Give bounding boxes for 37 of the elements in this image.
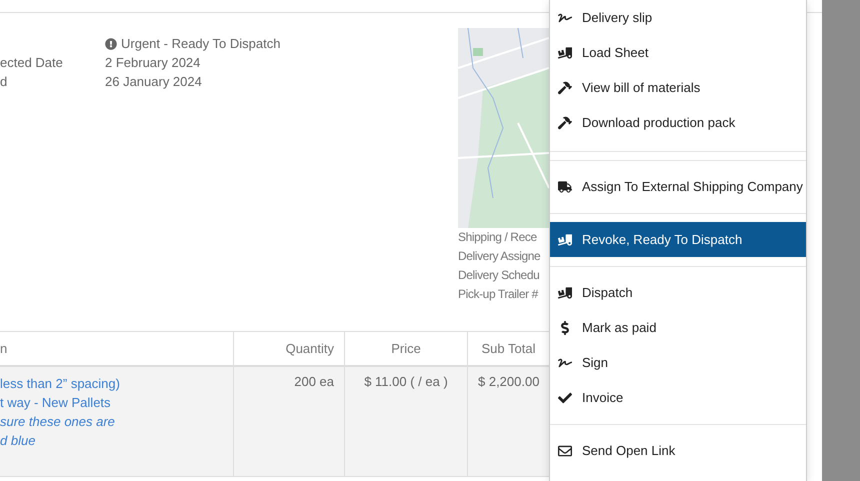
alert-icon <box>105 38 117 50</box>
hand-truck-icon <box>558 286 572 300</box>
menu-item[interactable]: Revoke, Ready To Dispatch <box>550 222 806 257</box>
menu-item[interactable]: Delivery slip <box>550 0 806 35</box>
table-cell: $ 2,200.00 <box>467 367 549 477</box>
menu-item[interactable]: Dispatch <box>550 275 806 310</box>
field-label: d <box>0 73 8 91</box>
menu-item[interactable]: Download production pack <box>550 105 806 140</box>
field-value: 26 January 2024 <box>105 73 202 91</box>
menu-item[interactable]: Assign To External Shipping Company <box>550 169 806 204</box>
hand-truck-icon <box>558 46 572 60</box>
item-description: less than 2” spacing) <box>0 375 121 393</box>
check-icon <box>558 390 572 404</box>
item-description: sure these ones are <box>0 413 116 431</box>
status-text: Urgent - Ready To Dispatch <box>121 35 280 53</box>
item-description: t way - New Pallets <box>0 394 112 412</box>
menu-item[interactable]: Send Open Link <box>550 433 806 468</box>
menu-item[interactable]: Invoice <box>550 380 806 415</box>
table-cell: $ 11.00 ( / ea ) <box>344 367 467 477</box>
dollar-icon <box>558 320 572 334</box>
hand-truck-icon <box>558 232 572 246</box>
table-cell: 200 ea <box>233 367 344 477</box>
field-label: Delivery Schedu <box>458 267 540 284</box>
menu-item[interactable]: Load Sheet <box>550 35 806 70</box>
field-value: 2 February 2024 <box>105 54 200 72</box>
menu-item[interactable]: Sign <box>550 345 806 380</box>
envelope-icon <box>558 444 572 458</box>
field-label: Pick-up Trailer # <box>458 286 538 303</box>
field-label: Shipping / Rece <box>458 229 537 246</box>
truck-icon <box>558 180 572 194</box>
menu-item[interactable]: Mark as paid <box>550 310 806 345</box>
item-description: d blue <box>0 432 36 450</box>
hammer-icon <box>558 116 572 130</box>
field-label: Delivery Assigne <box>458 248 540 265</box>
field-label: ected Date <box>0 54 64 72</box>
hammer-icon <box>558 80 572 94</box>
menu-item[interactable]: View bill of materials <box>550 70 806 105</box>
